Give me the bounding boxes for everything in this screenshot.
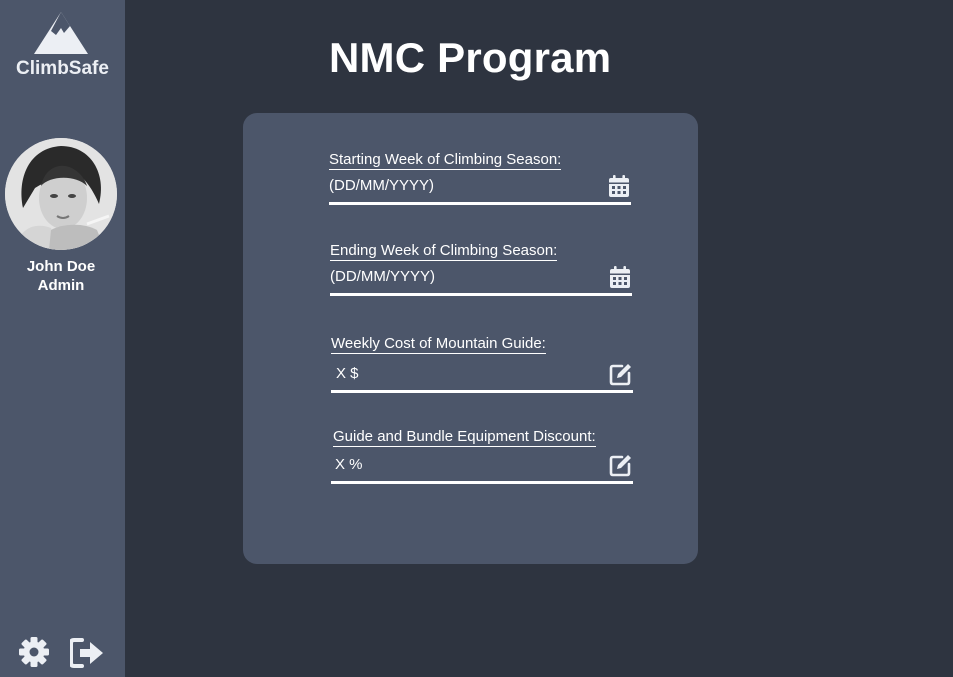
program-settings-card: Starting Week of Climbing Season: Ending… (243, 113, 698, 564)
guide-cost-input-row (331, 362, 633, 393)
edit-icon[interactable] (609, 362, 633, 386)
guide-cost-input[interactable] (336, 365, 596, 382)
gear-icon[interactable] (18, 636, 50, 668)
bundle-discount-input[interactable] (335, 456, 595, 473)
calendar-icon[interactable] (608, 265, 632, 289)
user-role: Admin (37, 277, 85, 294)
app-name: ClimbSafe (16, 58, 109, 79)
start-week-label: Starting Week of Climbing Season: (329, 151, 562, 170)
end-week-input[interactable] (330, 268, 590, 285)
sidebar: ClimbSafe John Doe Admin (0, 0, 125, 677)
calendar-icon[interactable] (607, 174, 631, 198)
sign-out-icon[interactable] (70, 638, 104, 668)
guide-cost-label: Weekly Cost of Mountain Guide: (331, 335, 546, 354)
user-name: John Doe (26, 258, 96, 275)
start-week-input-row (329, 174, 631, 205)
bundle-discount-label: Guide and Bundle Equipment Discount: (333, 428, 596, 447)
mountain-icon (34, 12, 88, 54)
guide-cost-field: Weekly Cost of Mountain Guide: (331, 335, 633, 393)
bundle-discount-input-row (331, 453, 633, 484)
bundle-discount-field: Guide and Bundle Equipment Discount: (331, 428, 633, 484)
avatar (5, 138, 117, 250)
end-week-field: Ending Week of Climbing Season: (330, 242, 632, 296)
edit-icon[interactable] (609, 453, 633, 477)
end-week-label: Ending Week of Climbing Season: (330, 242, 558, 261)
start-week-input[interactable] (329, 177, 589, 194)
page-title: NMC Program (329, 34, 612, 81)
start-week-field: Starting Week of Climbing Season: (329, 151, 631, 205)
end-week-input-row (330, 265, 632, 296)
